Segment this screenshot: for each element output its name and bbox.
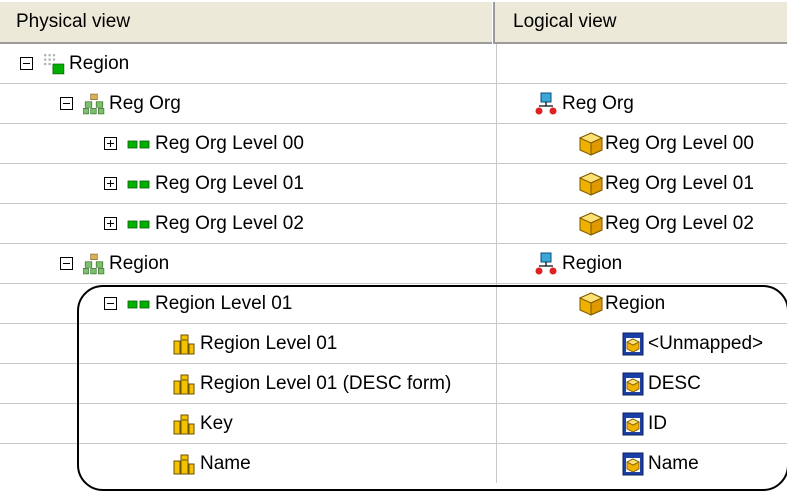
hierarchy-icon: [83, 93, 105, 115]
mapping-grid: Physical view Logical view Region Reg Or…: [0, 0, 787, 491]
tree-row-region-hierarchy[interactable]: Region Region: [0, 244, 787, 284]
level-icon: [127, 218, 151, 230]
tree-row-attribute[interactable]: Region Level 01 <Unmapped>: [0, 324, 787, 364]
attribute-icon: [172, 372, 196, 396]
collapse-toggle[interactable]: [104, 297, 117, 310]
tree-row-region-root[interactable]: Region: [0, 44, 787, 84]
attribute-box-icon: [622, 332, 644, 356]
column-header-bar: Physical view Logical view: [0, 0, 787, 44]
physical-label: Reg Org: [109, 92, 181, 114]
attribute-box-icon: [622, 452, 644, 476]
physical-label: Reg Org Level 01: [155, 172, 304, 194]
collapse-toggle[interactable]: [60, 257, 73, 270]
logical-label: Reg Org Level 02: [605, 212, 754, 234]
physical-label: Key: [200, 412, 233, 434]
logical-hierarchy-icon: [534, 252, 558, 276]
logical-label: Region: [605, 292, 666, 314]
attribute-icon: [172, 332, 196, 356]
attribute-icon: [172, 412, 196, 436]
collapse-toggle[interactable]: [20, 57, 33, 70]
attribute-box-icon: [622, 372, 644, 396]
physical-label: Name: [200, 452, 251, 474]
physical-label: Region Level 01 (DESC form): [200, 372, 452, 394]
tree-row-attribute[interactable]: Region Level 01 (DESC form) DESC: [0, 364, 787, 404]
cube-icon: [578, 291, 604, 317]
physical-view-header[interactable]: Physical view: [0, 2, 495, 44]
logical-label: Reg Org Level 00: [605, 132, 754, 154]
attribute-icon: [172, 452, 196, 476]
logical-label: DESC: [648, 372, 701, 394]
physical-label: Reg Org Level 00: [155, 132, 304, 154]
level-icon: [127, 178, 151, 190]
tree-row-attribute[interactable]: Name Name: [0, 444, 787, 484]
logical-label: Region: [562, 252, 623, 274]
cube-icon: [578, 211, 604, 237]
tree-row-attribute[interactable]: Key ID: [0, 404, 787, 444]
physical-label: Region Level 01: [200, 332, 338, 354]
tree-row-reg-org-level-00[interactable]: Reg Org Level 00 Reg Org Level 00: [0, 124, 787, 164]
cube-icon: [578, 131, 604, 157]
collapse-toggle[interactable]: [60, 97, 73, 110]
tree-row-region-level-01[interactable]: Region Level 01 Region: [0, 284, 787, 324]
expand-toggle[interactable]: [104, 177, 117, 190]
cube-icon: [578, 171, 604, 197]
expand-toggle[interactable]: [104, 137, 117, 150]
logical-label: Reg Org: [562, 92, 634, 114]
level-icon: [127, 298, 151, 310]
tree-row-reg-org-level-02[interactable]: Reg Org Level 02 Reg Org Level 02: [0, 204, 787, 244]
logical-hierarchy-icon: [534, 92, 558, 116]
expand-toggle[interactable]: [104, 217, 117, 230]
logical-label: ID: [648, 412, 667, 434]
logical-label: Name: [648, 452, 699, 474]
attribute-box-icon: [622, 412, 644, 436]
tree-row-reg-org[interactable]: Reg Org Reg Org: [0, 84, 787, 124]
physical-label: Reg Org Level 02: [155, 212, 304, 234]
physical-label: Region: [109, 252, 170, 274]
physical-label: Region Level 01: [155, 292, 293, 314]
logical-label: Reg Org Level 01: [605, 172, 754, 194]
physical-label: Region: [69, 52, 130, 74]
logical-view-header[interactable]: Logical view: [497, 2, 787, 44]
region-dimension-icon: [43, 53, 65, 75]
level-icon: [127, 138, 151, 150]
logical-label: <Unmapped>: [648, 332, 764, 354]
hierarchy-icon: [83, 253, 105, 275]
tree-row-reg-org-level-01[interactable]: Reg Org Level 01 Reg Org Level 01: [0, 164, 787, 204]
